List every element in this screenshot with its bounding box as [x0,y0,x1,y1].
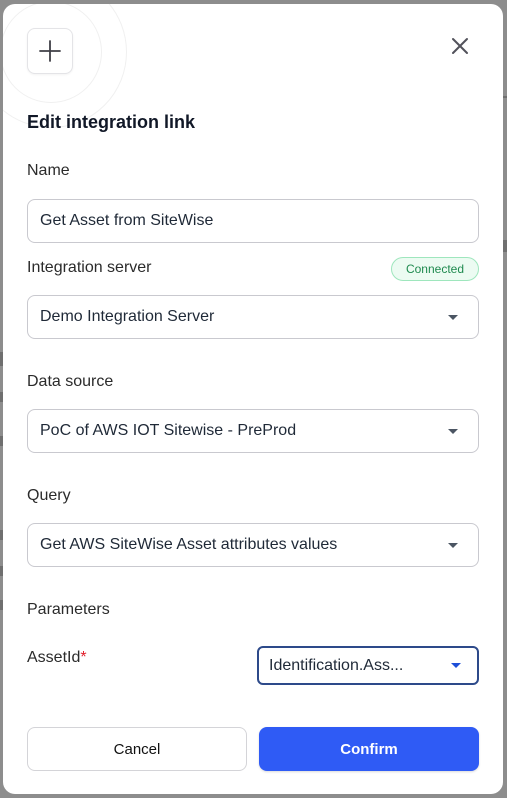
name-label: Name [27,162,70,179]
data-source-value: PoC of AWS IOT Sitewise - PreProd [40,422,297,439]
query-value: Get AWS SiteWise Asset attributes values [40,536,338,553]
chevron-down-icon [448,428,458,434]
query-select[interactable]: Get AWS SiteWise Asset attributes values [27,523,479,567]
dialog-title: Edit integration link [27,112,196,132]
edit-integration-dialog: Edit integration link Name Get Asset fro… [3,4,503,794]
plus-icon [39,40,61,62]
asset-id-value: Identification.Ass... [269,656,404,674]
chevron-down-icon [448,314,458,320]
background-text-fragment [503,240,507,252]
name-input-value: Get Asset from SiteWise [40,212,214,229]
name-input[interactable]: Get Asset from SiteWise [27,199,479,243]
parameters-label: Parameters [27,601,110,618]
close-icon [452,38,468,54]
chevron-down-icon [451,663,461,668]
integration-server-label: Integration server [27,259,152,276]
connection-status-badge: Connected [391,257,479,281]
confirm-button[interactable]: Confirm [259,727,479,771]
asset-id-label-text: AssetId [27,649,81,666]
data-source-label: Data source [27,373,114,390]
cancel-button[interactable]: Cancel [27,727,247,771]
integration-server-value: Demo Integration Server [40,308,215,325]
asset-id-select[interactable]: Identification.Ass... [257,646,479,685]
query-label: Query [27,487,71,504]
chevron-down-icon [448,542,458,548]
required-mark: * [80,649,87,666]
header-icon-box [27,28,73,74]
data-source-select[interactable]: PoC of AWS IOT Sitewise - PreProd [27,409,479,453]
asset-id-label: AssetId* [27,649,87,667]
close-button[interactable] [448,34,472,58]
integration-server-select[interactable]: Demo Integration Server [27,295,479,339]
